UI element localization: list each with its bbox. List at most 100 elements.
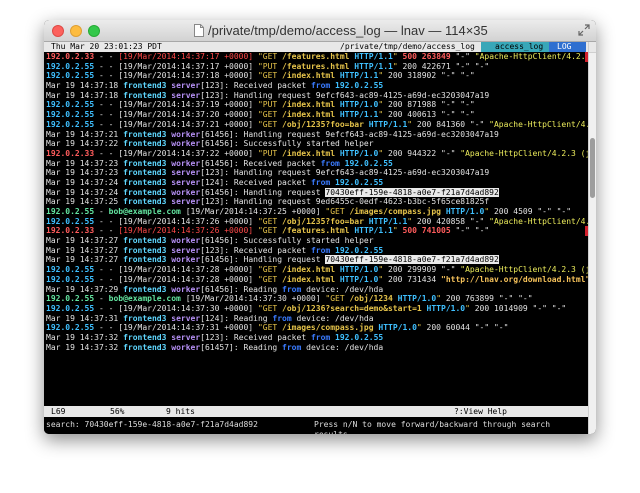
breadcrumb-view[interactable]: LOG: [549, 42, 586, 52]
log-segment: "GET: [325, 207, 350, 216]
log-segment: HTTP/1.0: [339, 274, 379, 284]
log-segment: "PUT: [257, 61, 283, 71]
log-line[interactable]: 192.0.2.55 - - [19/Mar/2014:14:37:30 +00…: [44, 304, 588, 314]
log-segment: : Handling request 9efcf643-ac89-4125-a6…: [224, 168, 490, 178]
log-line[interactable]: 192.0.2.55 - - [19/Mar/2014:14:37:26 +00…: [44, 217, 588, 227]
log-segment: [61456]: [200, 129, 234, 139]
log-segment: 70430eff-159e-4818-a0e7-f21a7d4ad892: [325, 187, 499, 197]
log-line[interactable]: Mar 19 14:37:23 frontend3 worker[61456]:…: [44, 159, 588, 169]
log-line[interactable]: 192.0.2.33 - - [19/Mar/2014:14:37:22 +00…: [44, 149, 588, 159]
log-segment: /features.html: [282, 61, 350, 71]
log-line[interactable]: 192.0.2.55 - bob@example.com [19/Mar/201…: [44, 294, 588, 304]
scrollbar-thumb[interactable]: [590, 138, 595, 198]
log-segment: Mar 19 14:37:24: [46, 187, 124, 197]
log-line[interactable]: 192.0.2.33 - - [19/Mar/2014:14:37:26 +00…: [44, 226, 588, 237]
log-segment: 200 841360 "-": [412, 119, 490, 129]
log-line[interactable]: Mar 19 14:37:18 frontend3 server[123]: R…: [44, 81, 588, 91]
fullscreen-icon[interactable]: [578, 24, 590, 36]
log-segment: 192.0.2.55: [335, 177, 384, 187]
log-segment: HTTP/1.1: [368, 119, 408, 129]
log-line[interactable]: Mar 19 14:37:25 frontend3 server[123]: H…: [44, 197, 588, 207]
log-line[interactable]: 192.0.2.55 - - [19/Mar/2014:14:37:19 +00…: [44, 100, 588, 110]
log-segment: 192.0.2.55: [335, 245, 384, 255]
log-line[interactable]: Mar 19 14:37:24 frontend3 server[124]: R…: [44, 178, 588, 188]
log-segment: 200 299909 "-": [383, 265, 461, 275]
log-segment: [61456]: [200, 255, 234, 265]
log-segment: [123]: [200, 245, 225, 255]
log-line[interactable]: Mar 19 14:37:31 frontend3 server[124]: R…: [44, 314, 588, 324]
terminal-window: /private/tmp/demo/access_log — lnav — 11…: [44, 20, 596, 434]
log-segment: server: [171, 90, 201, 100]
log-line[interactable]: 192.0.2.55 - - [19/Mar/2014:14:37:20 +00…: [44, 110, 588, 120]
log-line[interactable]: 192.0.2.55 - - [19/Mar/2014:14:37:28 +00…: [44, 275, 588, 285]
title-bar[interactable]: /private/tmp/demo/access_log — lnav — 11…: [44, 20, 596, 42]
log-segment: HTTP/1.1: [354, 61, 393, 71]
log-line[interactable]: Mar 19 14:37:22 frontend3 worker[61456]:…: [44, 139, 588, 149]
log-segment: device: /dev/hda: [301, 284, 384, 294]
minimize-button[interactable]: [70, 25, 82, 37]
log-line[interactable]: 192.0.2.55 - - [19/Mar/2014:14:37:21 +00…: [44, 120, 588, 130]
log-segment: 192.0.2.55: [46, 323, 95, 333]
log-segment: frontend3: [123, 158, 167, 168]
log-line[interactable]: Mar 19 14:37:27 frontend3 worker[61456]:…: [44, 255, 588, 265]
close-button[interactable]: [52, 25, 64, 37]
log-line[interactable]: Mar 19 14:37:32 frontend3 worker[61457]:…: [44, 343, 588, 353]
scrollbar[interactable]: [588, 42, 596, 434]
log-segment: device: /dev/hda: [301, 342, 384, 352]
log-line[interactable]: 192.0.2.55 - - [19/Mar/2014:14:37:28 +00…: [44, 265, 588, 275]
log-segment: "Apache-HttpClient/4.2.3: [474, 52, 588, 61]
log-line[interactable]: Mar 19 14:37:18 frontend3 server[123]: H…: [44, 91, 588, 101]
log-line[interactable]: 192.0.2.55 - - [19/Mar/2014:14:37:17 +00…: [44, 62, 588, 72]
log-segment: "GET: [257, 52, 283, 61]
lnav-terminal[interactable]: Thu Mar 20 23:01:23 PDT /private/tmp/dem…: [44, 42, 588, 434]
log-segment: [61457]: [200, 342, 234, 352]
log-segment: : Reading: [233, 284, 283, 294]
log-segment: "GET: [257, 323, 283, 333]
log-segment: frontend3: [123, 236, 167, 246]
current-datetime: Thu Mar 20 23:01:23 PDT: [51, 42, 162, 51]
log-segment: Mar 19 14:37:23: [46, 168, 124, 178]
log-segment: [61456]: [200, 284, 234, 294]
log-segment: from: [310, 245, 331, 255]
log-segment: [123]: [200, 90, 225, 100]
log-segment: [61456]: [200, 139, 234, 149]
log-line[interactable]: 192.0.2.55 - - [19/Mar/2014:14:37:18 +00…: [44, 71, 588, 81]
log-segment: 192.0.2.33: [46, 226, 95, 236]
log-line[interactable]: 192.0.2.55 - bob@example.com [19/Mar/201…: [44, 207, 588, 217]
log-segment: [124]: [200, 177, 225, 187]
search-prompt[interactable]: search: 70430eff-159e-4818-a0e7-f21a7d4a…: [44, 419, 588, 434]
log-segment: frontend3: [123, 245, 167, 255]
log-segment: HTTP/1.0: [339, 148, 379, 158]
log-segment: : Received packet: [224, 332, 311, 342]
log-line[interactable]: Mar 19 14:37:27 frontend3 worker[61456]:…: [44, 236, 588, 246]
log-segment: "GET: [257, 303, 283, 313]
breadcrumb-path[interactable]: /private/tmp/demo/access_log: [340, 42, 475, 52]
log-segment: from: [320, 158, 340, 168]
log-line[interactable]: 192.0.2.55 - - [19/Mar/2014:14:37:31 +00…: [44, 323, 588, 333]
log-segment: from: [282, 342, 302, 352]
log-line[interactable]: Mar 19 14:37:24 frontend3 worker[61456]:…: [44, 187, 588, 198]
log-line[interactable]: Mar 19 14:37:32 frontend3 server[123]: R…: [44, 333, 588, 343]
log-line[interactable]: Mar 19 14:37:23 frontend3 server[123]: H…: [44, 168, 588, 178]
breadcrumb-file[interactable]: access_log: [481, 42, 549, 52]
search-navigation-hint: Press n/N to move forward/backward throu…: [314, 420, 551, 434]
log-line[interactable]: Mar 19 14:37:21 frontend3 worker[61456]:…: [44, 130, 588, 140]
log-segment: - - [19/Mar/2014:14:37:19 +0000]: [94, 100, 258, 110]
log-line[interactable]: Mar 19 14:37:27 frontend3 server[123]: R…: [44, 246, 588, 256]
log-segment: [61456]: [200, 158, 234, 168]
breadcrumb-view-label: LOG: [557, 42, 572, 51]
log-line[interactable]: Mar 19 14:37:29 frontend3 worker[61456]:…: [44, 285, 588, 295]
log-view[interactable]: 192.0.2.33 - - [19/Mar/2014:14:37:17 +00…: [44, 52, 588, 352]
scroll-percent: 56%: [110, 407, 125, 416]
log-segment: 192.0.2.55: [46, 265, 95, 275]
log-segment: 192.0.2.55: [46, 61, 95, 71]
log-segment: "GET: [257, 110, 283, 120]
log-line[interactable]: 192.0.2.33 - - [19/Mar/2014:14:37:17 +00…: [44, 52, 588, 62]
log-segment: "GET: [257, 119, 283, 129]
zoom-button[interactable]: [88, 25, 100, 37]
search-query[interactable]: search: 70430eff-159e-4818-a0e7-f21a7d4a…: [46, 420, 258, 430]
log-segment: Mar 19 14:37:27: [46, 255, 124, 265]
log-segment: server: [171, 168, 201, 178]
log-segment: Mar 19 14:37:24: [46, 177, 124, 187]
log-segment: [19/Mar/2014:14:37:30 +0000]: [180, 294, 326, 304]
